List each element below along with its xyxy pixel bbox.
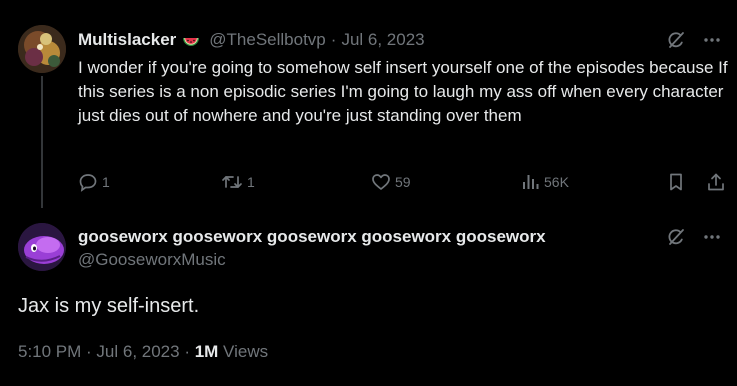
main-corner-actions <box>665 226 723 248</box>
reply-icon <box>78 172 98 192</box>
timestamp[interactable]: 5:10 PM · Jul 6, 2023 · <box>18 342 195 361</box>
reply-action-bar: 1 1 59 56K <box>78 170 728 194</box>
bookmark-button[interactable] <box>666 170 686 194</box>
reply-corner-actions <box>665 29 723 51</box>
main-tweet-text: Jax is my self-insert. <box>18 295 200 317</box>
display-name[interactable]: Multislacker <box>78 30 176 50</box>
grok-icon[interactable] <box>665 226 687 248</box>
like-button[interactable]: 59 <box>371 170 411 194</box>
main-tweet-meta: 5:10 PM · Jul 6, 2023 · 1M Views <box>18 342 268 362</box>
timestamp[interactable]: Jul 6, 2023 <box>341 30 424 50</box>
reply-text: I wonder if you're going to somehow self… <box>78 58 728 125</box>
share-icon <box>706 172 726 192</box>
handle[interactable]: @TheSellbotvp <box>209 30 326 50</box>
repost-icon <box>221 172 243 192</box>
avatar[interactable] <box>18 223 66 271</box>
more-icon[interactable] <box>701 29 723 51</box>
views-label: Views <box>218 342 269 361</box>
views-icon <box>520 172 540 192</box>
avatar[interactable] <box>18 25 66 73</box>
repost-button[interactable]: 1 <box>221 170 255 194</box>
reply-header: Multislacker @TheSellbotvp · Jul 6, 2023 <box>78 29 425 51</box>
like-count: 59 <box>395 174 411 190</box>
watermelon-icon <box>181 30 201 50</box>
views-count: 1M <box>194 342 219 361</box>
reply-count: 1 <box>102 174 110 190</box>
views-button[interactable]: 56K <box>520 170 569 194</box>
grok-icon[interactable] <box>665 29 687 51</box>
reply-tweet[interactable]: Multislacker @TheSellbotvp · Jul 6, 2023 <box>0 0 737 212</box>
thread-line <box>41 76 43 208</box>
display-name[interactable]: gooseworx gooseworx gooseworx gooseworx … <box>78 226 546 248</box>
separator: · <box>330 30 337 49</box>
share-button[interactable] <box>706 170 726 194</box>
like-icon <box>371 172 391 192</box>
handle[interactable]: @GooseworxMusic <box>78 249 546 271</box>
main-tweet-header: gooseworx gooseworx gooseworx gooseworx … <box>78 226 546 271</box>
repost-count: 1 <box>247 174 255 190</box>
bookmark-icon <box>666 172 686 192</box>
reply-button[interactable]: 1 <box>78 170 110 194</box>
views-count: 56K <box>544 174 569 190</box>
more-icon[interactable] <box>701 226 723 248</box>
